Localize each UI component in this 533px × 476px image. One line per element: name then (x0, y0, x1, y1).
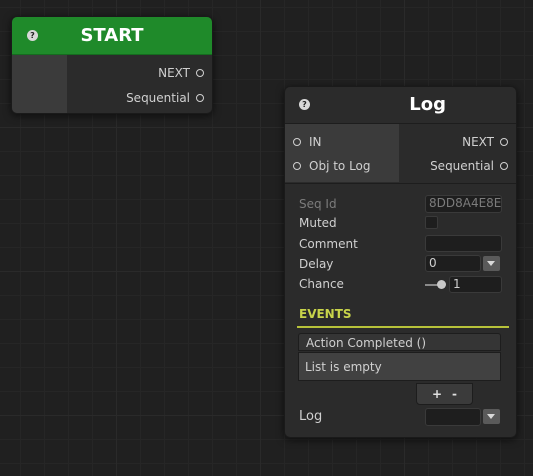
seq-id-label: Seq Id (299, 197, 337, 211)
remove-event-button[interactable]: - (452, 387, 457, 401)
divider (285, 183, 516, 184)
port-dot-icon[interactable] (293, 138, 301, 146)
start-node-title: START (80, 25, 144, 46)
log-node-header[interactable]: ? Log (285, 87, 516, 124)
log-input-panel: IN Obj to Log (285, 124, 399, 182)
port-label: IN (309, 135, 322, 149)
port-dot-icon[interactable] (500, 138, 508, 146)
events-list-empty: List is empty (298, 352, 501, 381)
muted-checkbox[interactable] (425, 216, 438, 229)
log-input-obj-to-log[interactable]: Obj to Log (293, 159, 371, 173)
port-dot-icon[interactable] (500, 162, 508, 170)
chance-field[interactable]: 1 (449, 276, 502, 293)
muted-label: Muted (299, 216, 337, 230)
start-node-input-panel (12, 55, 67, 113)
comment-field[interactable] (425, 235, 502, 252)
chance-label: Chance (299, 277, 344, 291)
events-list-footer: + - (416, 383, 473, 405)
start-node-header[interactable]: ? START (12, 17, 212, 55)
log-output-panel: NEXT Sequential (400, 124, 516, 182)
start-output-next[interactable]: NEXT (158, 66, 204, 80)
log-field[interactable] (425, 408, 481, 426)
chevron-down-icon[interactable] (483, 409, 500, 424)
help-icon[interactable]: ? (299, 99, 310, 110)
log-node-ports: IN Obj to Log NEXT Sequential (285, 124, 516, 182)
port-dot-icon[interactable] (196, 94, 204, 102)
log-node-title: Log (409, 94, 446, 115)
delay-field[interactable]: 0 (425, 255, 481, 272)
events-label: EVENTS (299, 307, 352, 321)
port-label: Sequential (126, 91, 190, 105)
delay-label: Delay (299, 257, 334, 271)
log-node[interactable]: ? Log IN Obj to Log NEXT Sequential Seq … (284, 86, 517, 438)
log-output-sequential[interactable]: Sequential (430, 159, 508, 173)
log-label: Log (299, 409, 323, 424)
chevron-down-icon[interactable] (483, 256, 500, 271)
comment-label: Comment (299, 237, 358, 251)
log-input-in[interactable]: IN (293, 135, 322, 149)
start-output-sequential[interactable]: Sequential (126, 91, 204, 105)
add-event-button[interactable]: + (432, 387, 442, 401)
log-output-next[interactable]: NEXT (462, 135, 508, 149)
events-list-header: Action Completed () (298, 333, 501, 351)
port-label: NEXT (462, 135, 494, 149)
start-node[interactable]: ? START NEXT Sequential (11, 16, 213, 114)
chance-slider-thumb[interactable] (437, 280, 446, 289)
port-dot-icon[interactable] (293, 162, 301, 170)
port-dot-icon[interactable] (196, 69, 204, 77)
events-underline (297, 326, 509, 328)
port-label: Obj to Log (309, 159, 371, 173)
seq-id-field: 8DD8A4E8E (425, 195, 502, 213)
port-label: Sequential (430, 159, 494, 173)
port-label: NEXT (158, 66, 190, 80)
